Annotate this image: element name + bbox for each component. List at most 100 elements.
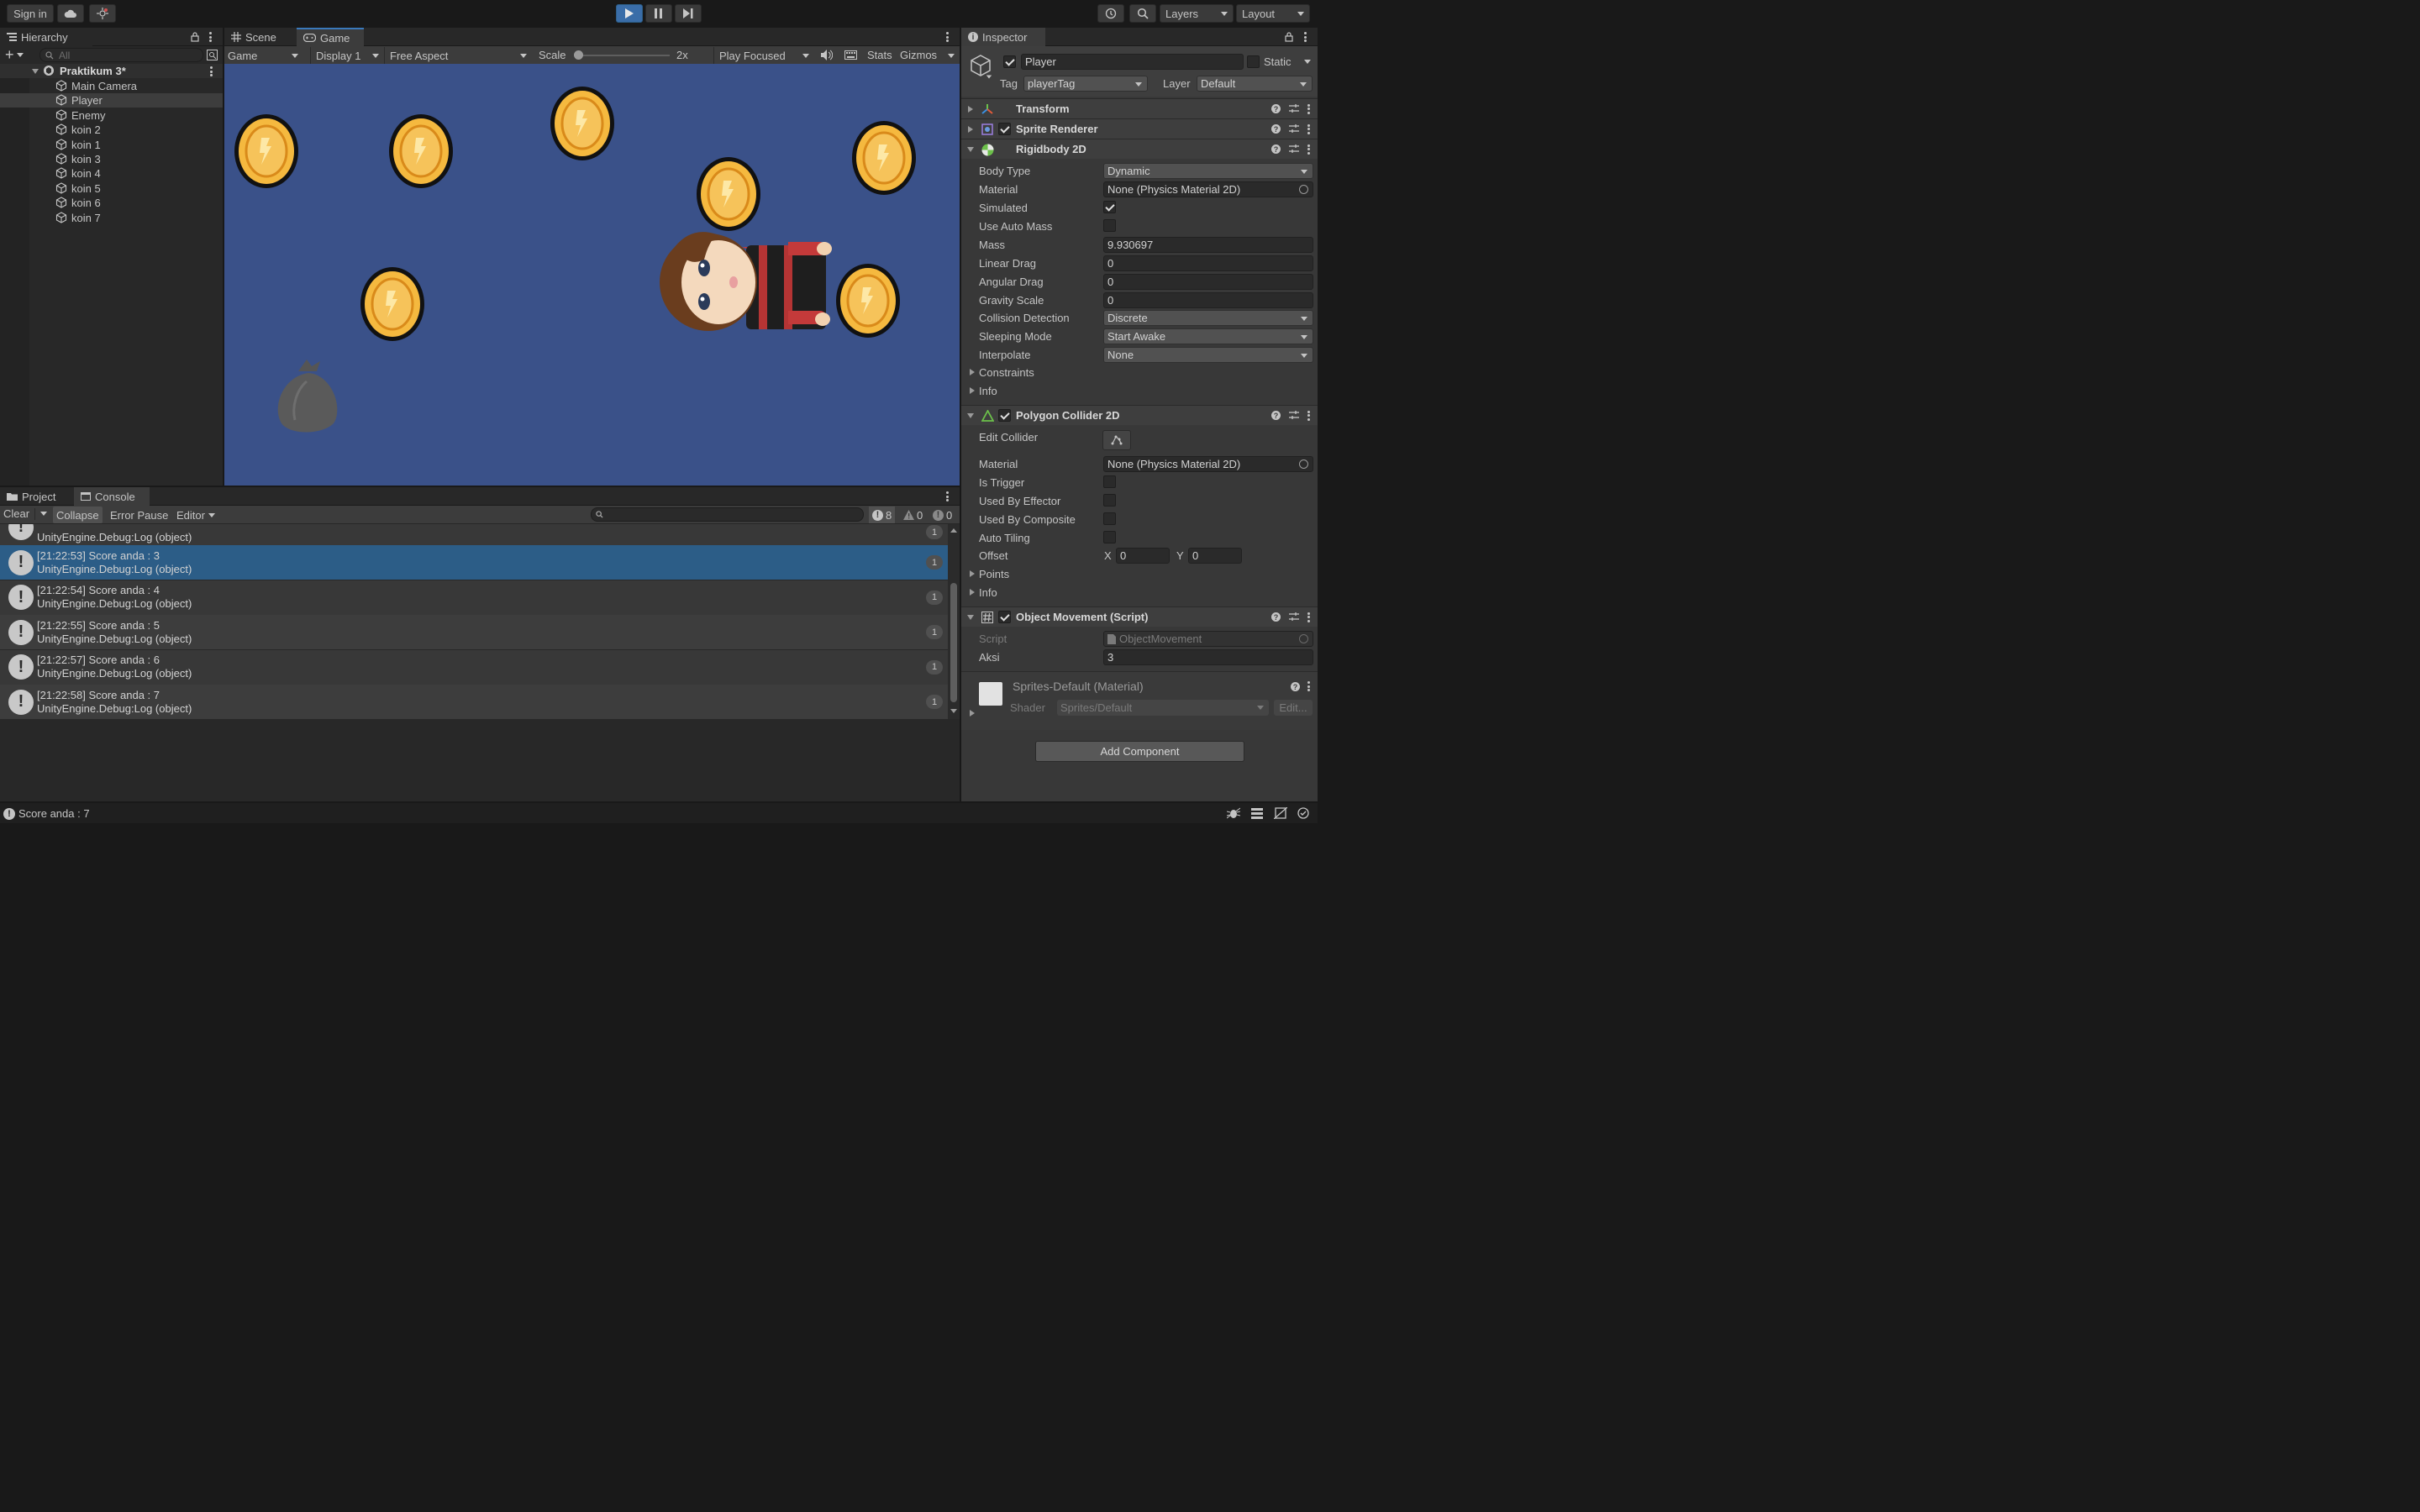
collapse-icon[interactable] bbox=[967, 615, 974, 620]
lock-icon[interactable] bbox=[1285, 32, 1293, 42]
view-mode-dropdown[interactable]: Game bbox=[228, 47, 303, 64]
gameobject-cube-icon[interactable] bbox=[968, 53, 993, 78]
expand-icon[interactable] bbox=[968, 106, 973, 113]
hierarchy-item[interactable]: Main Camera bbox=[0, 79, 223, 93]
layers-dropdown[interactable]: Layers bbox=[1160, 4, 1234, 23]
angular-drag-field[interactable]: 0 bbox=[1103, 274, 1313, 290]
rigidbody-info-foldout[interactable]: Info bbox=[979, 385, 997, 397]
cache-server-icon[interactable] bbox=[1250, 807, 1264, 819]
scroll-up-icon[interactable] bbox=[950, 528, 957, 533]
sleeping-mode-dropdown[interactable]: Start Awake bbox=[1103, 328, 1313, 344]
game-view[interactable] bbox=[224, 64, 960, 486]
editor-dropdown[interactable]: Editor bbox=[173, 507, 218, 523]
stats-button[interactable]: Stats bbox=[867, 49, 892, 61]
hierarchy-item[interactable]: koin 5 bbox=[0, 181, 223, 196]
pause-button[interactable] bbox=[645, 4, 672, 23]
simulated-checkbox[interactable] bbox=[1103, 201, 1116, 213]
tab-project[interactable]: Project bbox=[0, 487, 74, 506]
error-pause-toggle[interactable]: Error Pause bbox=[107, 507, 171, 523]
console-scrollbar[interactable] bbox=[948, 524, 960, 719]
collapse-icon[interactable] bbox=[967, 147, 974, 152]
more-options-icon[interactable] bbox=[1307, 410, 1311, 421]
progress-check-icon[interactable] bbox=[1297, 807, 1309, 819]
collapse-toggle[interactable]: Collapse bbox=[53, 507, 103, 523]
edit-collider-button[interactable] bbox=[1102, 430, 1131, 450]
console-entry-partial[interactable]: ! UnityEngine.Debug:Log (object) 1 bbox=[0, 524, 948, 545]
used-by-composite-checkbox[interactable] bbox=[1103, 512, 1116, 525]
tag-dropdown[interactable]: playerTag bbox=[1023, 76, 1148, 92]
expand-icon[interactable] bbox=[970, 570, 975, 577]
hierarchy-item[interactable]: koin 4 bbox=[0, 166, 223, 181]
sprite-renderer-enabled-checkbox[interactable] bbox=[998, 123, 1011, 135]
status-message[interactable]: ! Score anda : 7 bbox=[3, 807, 90, 820]
script-header[interactable]: Object Movement (Script) ? bbox=[961, 606, 1318, 627]
hierarchy-search[interactable]: All bbox=[39, 48, 203, 62]
gizmos-chevron-icon[interactable] bbox=[948, 54, 955, 58]
rigidbody-header[interactable]: Rigidbody 2D ? bbox=[961, 139, 1318, 159]
used-by-effector-checkbox[interactable] bbox=[1103, 494, 1116, 507]
search-button[interactable] bbox=[1129, 4, 1156, 23]
settings-sliders-icon[interactable] bbox=[1289, 124, 1299, 134]
help-icon[interactable]: ? bbox=[1271, 124, 1281, 134]
static-chevron-icon[interactable] bbox=[1304, 60, 1311, 64]
tab-hierarchy[interactable]: Hierarchy bbox=[0, 28, 92, 46]
settings-sliders-icon[interactable] bbox=[1289, 144, 1299, 154]
collab-button[interactable] bbox=[89, 4, 116, 23]
tab-inspector[interactable]: i Inspector bbox=[961, 28, 1045, 46]
play-button[interactable] bbox=[616, 4, 643, 23]
audio-icon[interactable] bbox=[821, 50, 833, 60]
more-options-icon[interactable] bbox=[210, 66, 213, 76]
expand-icon[interactable] bbox=[970, 589, 975, 596]
mass-field[interactable]: 9.930697 bbox=[1103, 237, 1313, 253]
settings-sliders-icon[interactable] bbox=[1289, 104, 1299, 113]
more-options-icon[interactable] bbox=[1307, 123, 1311, 134]
clear-button[interactable]: Clear bbox=[3, 507, 48, 520]
display-dropdown[interactable]: Display 1 bbox=[310, 47, 384, 64]
settings-sliders-icon[interactable] bbox=[1289, 411, 1299, 420]
gizmos-button[interactable]: Gizmos bbox=[900, 49, 937, 61]
transform-header[interactable]: Transform ? bbox=[961, 98, 1318, 118]
log-count-toggle[interactable]: ! 8 bbox=[869, 507, 896, 523]
object-picker-icon[interactable] bbox=[1299, 459, 1308, 469]
scale-slider-handle[interactable] bbox=[574, 50, 583, 60]
material-preview[interactable] bbox=[979, 682, 1002, 706]
scroll-down-icon[interactable] bbox=[950, 709, 957, 714]
warning-count-toggle[interactable]: 0 bbox=[900, 507, 926, 523]
add-component-button[interactable]: Add Component bbox=[1035, 741, 1244, 762]
hierarchy-item[interactable]: koin 3 bbox=[0, 152, 223, 166]
interpolate-dropdown[interactable]: None bbox=[1103, 347, 1313, 363]
offset-x-field[interactable]: 0 bbox=[1116, 548, 1170, 564]
hierarchy-item[interactable]: koin 6 bbox=[0, 196, 223, 210]
scrollbar-thumb[interactable] bbox=[950, 583, 957, 702]
cloud-button[interactable] bbox=[57, 4, 84, 23]
material-field[interactable]: None (Physics Material 2D) bbox=[1103, 181, 1313, 197]
layout-dropdown[interactable]: Layout bbox=[1236, 4, 1310, 23]
hierarchy-item[interactable]: Player bbox=[0, 93, 223, 108]
expand-icon[interactable] bbox=[970, 387, 975, 394]
scene-filter-icon[interactable] bbox=[207, 50, 218, 60]
play-mode-dropdown[interactable]: Play Focused bbox=[713, 47, 814, 64]
lock-icon[interactable] bbox=[191, 32, 199, 42]
tab-game[interactable]: Game bbox=[297, 28, 364, 46]
help-icon[interactable]: ? bbox=[1271, 612, 1281, 622]
more-options-icon[interactable] bbox=[1307, 144, 1311, 155]
object-picker-icon[interactable] bbox=[1299, 185, 1308, 194]
expand-icon[interactable] bbox=[970, 369, 975, 375]
more-options-icon[interactable] bbox=[1307, 681, 1311, 691]
offset-y-field[interactable]: 0 bbox=[1188, 548, 1242, 564]
help-icon[interactable]: ? bbox=[1271, 104, 1281, 113]
expand-icon[interactable] bbox=[32, 69, 39, 74]
more-options-icon[interactable] bbox=[946, 32, 950, 42]
help-icon[interactable]: ? bbox=[1271, 411, 1281, 420]
expand-icon[interactable] bbox=[968, 126, 973, 133]
console-entry[interactable]: ! [21:22:57] Score anda : 6 UnityEngine.De… bbox=[0, 649, 948, 685]
network-icon[interactable] bbox=[1274, 807, 1287, 819]
more-options-icon[interactable] bbox=[1304, 32, 1307, 42]
history-button[interactable] bbox=[1097, 4, 1124, 23]
body-type-dropdown[interactable]: Dynamic bbox=[1103, 163, 1313, 179]
tab-scene[interactable]: Scene bbox=[224, 28, 297, 46]
collision-detection-dropdown[interactable]: Discrete bbox=[1103, 310, 1313, 326]
aksi-field[interactable]: 3 bbox=[1103, 649, 1313, 665]
hierarchy-item[interactable]: koin 1 bbox=[0, 138, 223, 152]
polygon-collider-header[interactable]: Polygon Collider 2D ? bbox=[961, 405, 1318, 425]
